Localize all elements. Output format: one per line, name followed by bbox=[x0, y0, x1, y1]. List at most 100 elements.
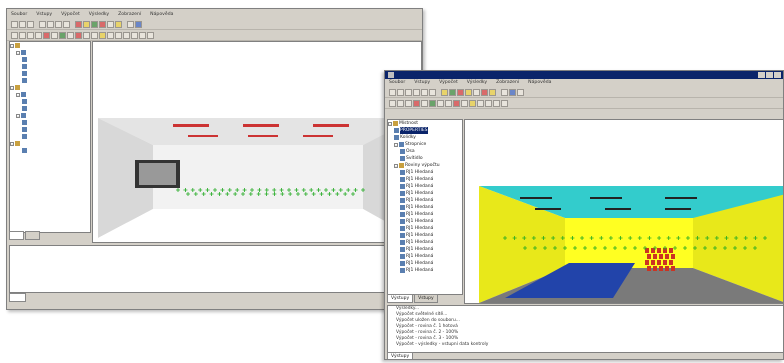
tool-icon[interactable] bbox=[473, 88, 480, 96]
tab-vstupy[interactable]: Vstupy bbox=[414, 294, 438, 303]
tree-item[interactable]: RJ1 Hledaná bbox=[388, 169, 462, 176]
tool-icon[interactable] bbox=[437, 99, 444, 107]
menu-item[interactable]: Soubor bbox=[11, 11, 27, 19]
tool-icon[interactable] bbox=[139, 31, 146, 39]
tool-icon[interactable] bbox=[91, 31, 98, 39]
tree-item[interactable]: RJ1 Hledaná bbox=[388, 260, 462, 267]
tool-icon[interactable] bbox=[421, 88, 428, 96]
tree-expand-icon[interactable]: - bbox=[10, 141, 14, 146]
tree-item[interactable]: - bbox=[10, 91, 90, 98]
tree-expand-icon[interactable]: - bbox=[394, 142, 398, 147]
tree-item[interactable]: - Místnost bbox=[388, 120, 462, 127]
tree-item[interactable] bbox=[10, 119, 90, 126]
menu-item[interactable]: Soubor bbox=[389, 79, 405, 87]
tree-item[interactable]: Kolidky bbox=[388, 134, 462, 141]
tool-icon[interactable] bbox=[485, 99, 492, 107]
tool-icon[interactable] bbox=[135, 20, 142, 28]
tree-item[interactable] bbox=[10, 63, 90, 70]
menu-item[interactable]: Nápověda bbox=[150, 11, 173, 19]
tool-icon[interactable] bbox=[115, 31, 122, 39]
tree-expand-icon[interactable]: - bbox=[16, 50, 20, 55]
menu-item[interactable]: Nápověda bbox=[528, 79, 551, 87]
tree-item[interactable] bbox=[10, 77, 90, 84]
menu-item[interactable]: Vstupy bbox=[414, 79, 430, 87]
tree-item[interactable]: RJ1 Hledaná bbox=[388, 211, 462, 218]
tool-icon[interactable] bbox=[405, 99, 412, 107]
tool-icon[interactable] bbox=[389, 99, 396, 107]
tree-item[interactable]: Svítidlo bbox=[388, 155, 462, 162]
menu-item[interactable]: Výsledky bbox=[89, 11, 109, 19]
new-icon[interactable] bbox=[11, 20, 18, 28]
3d-viewport[interactable] bbox=[92, 41, 422, 243]
tree-item[interactable]: - bbox=[10, 49, 90, 56]
tool-icon[interactable] bbox=[47, 20, 54, 28]
tree-item[interactable] bbox=[10, 126, 90, 133]
tool-icon[interactable] bbox=[465, 88, 472, 96]
tool-icon[interactable] bbox=[127, 20, 134, 28]
tool-icon[interactable] bbox=[83, 31, 90, 39]
tree-item[interactable]: RJ1 Hledaná bbox=[388, 267, 462, 274]
tool-icon[interactable] bbox=[457, 88, 464, 96]
tree-item[interactable] bbox=[10, 70, 90, 77]
tree-item[interactable]: RJ1 Hledaná bbox=[388, 176, 462, 183]
tool-icon[interactable] bbox=[107, 31, 114, 39]
tool-icon[interactable] bbox=[35, 31, 42, 39]
tool-icon[interactable] bbox=[99, 20, 106, 28]
tool-icon[interactable] bbox=[501, 88, 508, 96]
menu-item[interactable]: Zobrazení bbox=[496, 79, 519, 87]
tool-icon[interactable] bbox=[397, 99, 404, 107]
close-icon[interactable] bbox=[774, 72, 781, 78]
tool-icon[interactable] bbox=[131, 31, 138, 39]
tool-icon[interactable] bbox=[481, 88, 488, 96]
tree-item[interactable] bbox=[10, 56, 90, 63]
tool-icon[interactable] bbox=[59, 31, 66, 39]
tree-item[interactable]: RJ1 Hledaná bbox=[388, 197, 462, 204]
tool-icon[interactable] bbox=[11, 31, 18, 39]
tool-icon[interactable] bbox=[453, 99, 460, 107]
tree-item[interactable] bbox=[10, 98, 90, 105]
tool-icon[interactable] bbox=[83, 20, 90, 28]
tree-item[interactable] bbox=[10, 105, 90, 112]
tool-icon[interactable] bbox=[429, 88, 436, 96]
tool-icon[interactable] bbox=[67, 31, 74, 39]
tree-expand-icon[interactable]: - bbox=[394, 163, 398, 168]
tool-icon[interactable] bbox=[413, 99, 420, 107]
tool-icon[interactable] bbox=[517, 88, 524, 96]
maximize-icon[interactable] bbox=[766, 72, 773, 78]
tool-icon[interactable] bbox=[75, 31, 82, 39]
tree-item[interactable]: - Stropnice bbox=[388, 141, 462, 148]
tool-icon[interactable] bbox=[63, 20, 70, 28]
tree-item[interactable]: RJ1 Hledaná bbox=[388, 246, 462, 253]
tree-item[interactable]: RJ1 Hledaná bbox=[388, 204, 462, 211]
tool-icon[interactable] bbox=[477, 99, 484, 107]
tool-icon[interactable] bbox=[107, 20, 114, 28]
tool-icon[interactable] bbox=[91, 20, 98, 28]
tool-icon[interactable] bbox=[27, 31, 34, 39]
minimize-icon[interactable] bbox=[758, 72, 765, 78]
menu-item[interactable]: Výsledky bbox=[467, 79, 487, 87]
tool-icon[interactable] bbox=[123, 31, 130, 39]
tool-icon[interactable] bbox=[55, 20, 62, 28]
tree-item[interactable]: RJ1 Hledaná bbox=[388, 232, 462, 239]
tree-expand-icon[interactable]: - bbox=[10, 43, 14, 48]
tree-item[interactable] bbox=[10, 133, 90, 140]
tool-icon[interactable] bbox=[469, 99, 476, 107]
menu-item[interactable]: Zobrazení bbox=[118, 11, 141, 19]
tab[interactable] bbox=[9, 231, 25, 240]
tool-icon[interactable] bbox=[509, 88, 516, 96]
3d-viewport[interactable] bbox=[464, 119, 783, 304]
tree-item[interactable]: - bbox=[10, 140, 90, 147]
tree-item[interactable]: PROPERTIES bbox=[388, 127, 462, 134]
save-icon[interactable] bbox=[405, 88, 412, 96]
open-icon[interactable] bbox=[19, 20, 26, 28]
menu-item[interactable]: Výpočet bbox=[61, 11, 80, 19]
tree-item[interactable]: - bbox=[10, 84, 90, 91]
tree-item[interactable]: - bbox=[10, 42, 90, 49]
menu-item[interactable]: Výpočet bbox=[439, 79, 458, 87]
new-icon[interactable] bbox=[389, 88, 396, 96]
tab-vystupy[interactable]: Výstupy bbox=[387, 294, 414, 303]
tool-icon[interactable] bbox=[461, 99, 468, 107]
tool-icon[interactable] bbox=[99, 31, 106, 39]
tree-item[interactable]: RJ1 Hledaná bbox=[388, 218, 462, 225]
open-icon[interactable] bbox=[397, 88, 404, 96]
